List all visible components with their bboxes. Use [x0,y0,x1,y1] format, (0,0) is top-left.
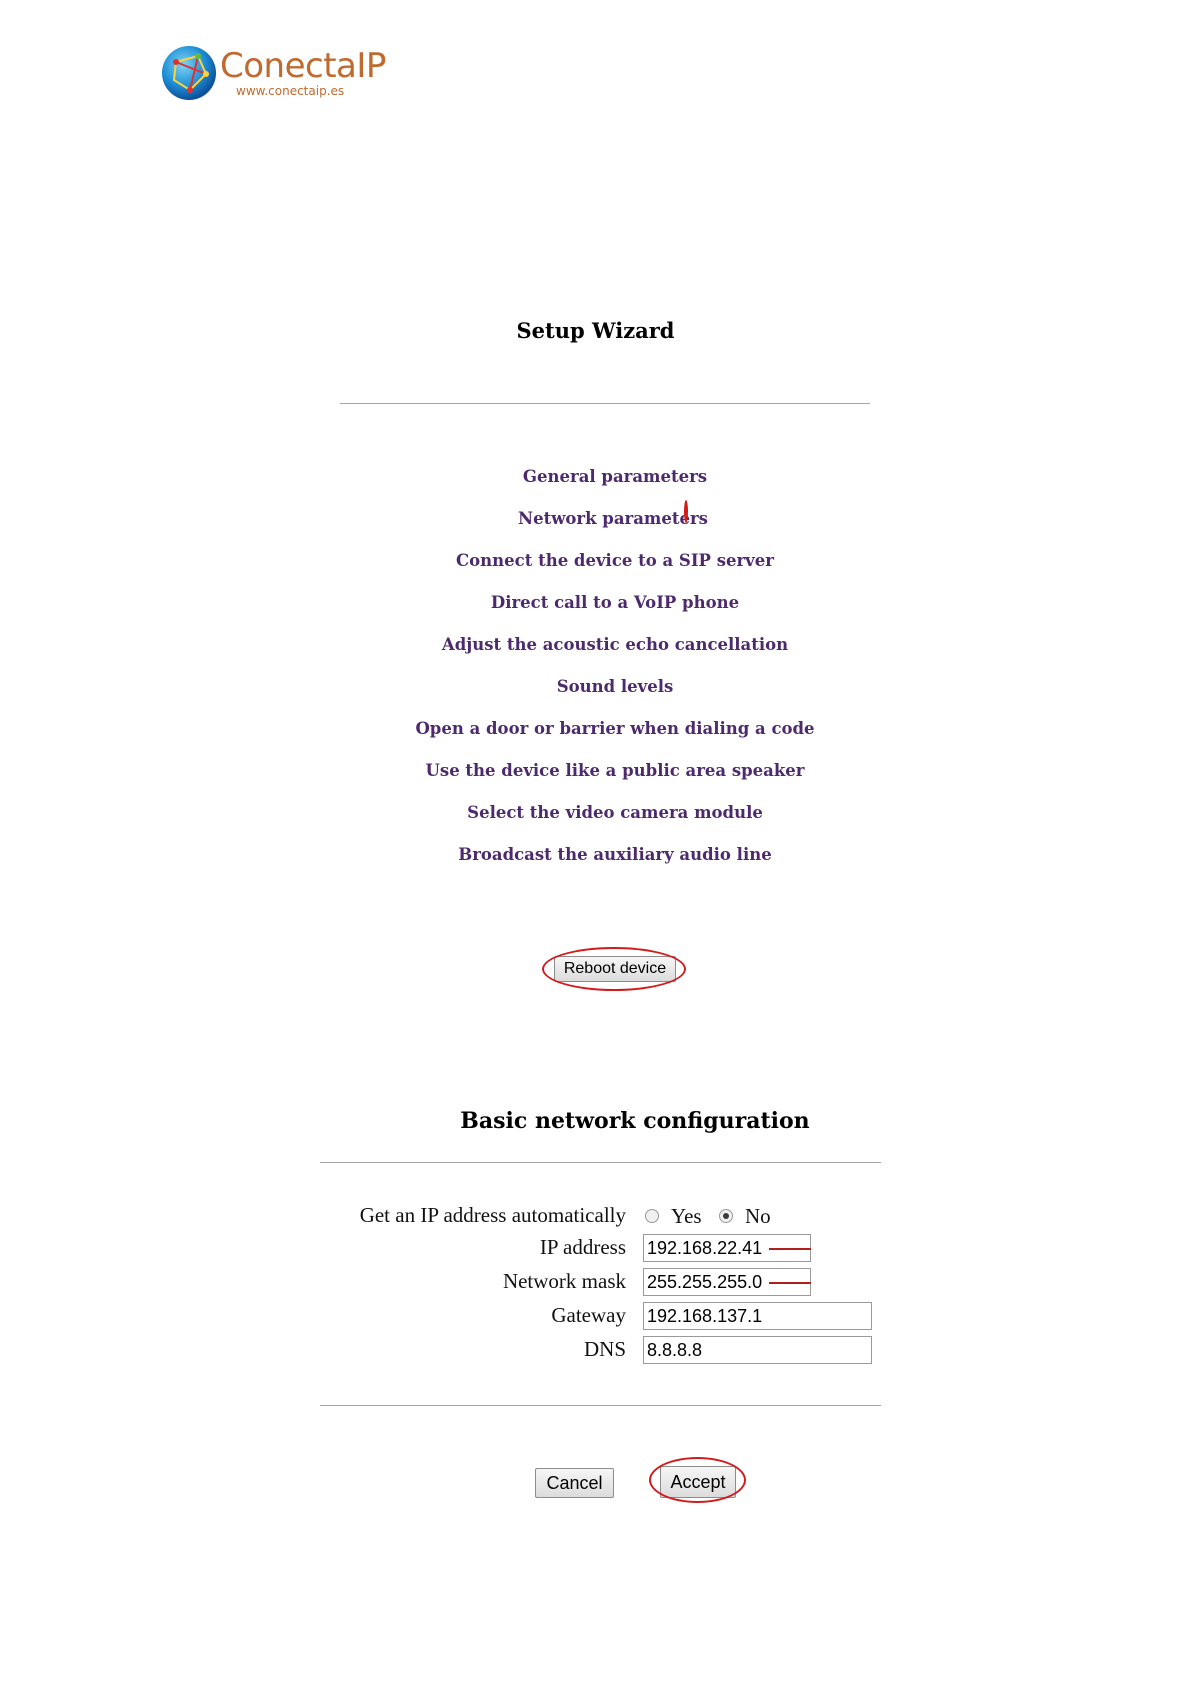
radio-yes-label: Yes [671,1204,702,1228]
link-open-door[interactable]: Open a door or barrier when dialing a co… [415,719,814,738]
gateway-field[interactable]: 192.168.137.1 [643,1302,872,1330]
menu-item-sip: Connect the device to a SIP server [0,544,1191,586]
link-echo-cancellation[interactable]: Adjust the acoustic echo cancellation [442,635,788,654]
dns-label: DNS [583,1337,626,1361]
reboot-area: Reboot device [542,947,686,991]
radio-yes[interactable] [645,1209,659,1223]
wizard-title: Setup Wizard [516,318,675,343]
ip-address-label: IP address [539,1235,626,1259]
logo-name: ConectaIP [220,46,386,86]
wizard-menu: General parameters Network parameters Co… [0,460,1191,880]
link-network-parameters-label: Network parameters [518,509,708,528]
menu-item-echo: Adjust the acoustic echo cancellation [0,628,1191,670]
menu-item-broadcast: Broadcast the auxiliary audio line [0,838,1191,880]
annotation-line [769,1248,811,1250]
radio-no-label: No [745,1204,771,1228]
menu-item-network: Network parameters [0,500,1191,544]
reboot-button[interactable]: Reboot device [554,956,676,982]
link-sip-server[interactable]: Connect the device to a SIP server [456,551,774,570]
logo: ConectaIP www.conectaip.es [160,44,386,106]
menu-item-voip: Direct call to a VoIP phone [0,586,1191,628]
divider [320,1162,881,1163]
link-broadcast-audio[interactable]: Broadcast the auxiliary audio line [458,845,771,864]
link-sound-levels[interactable]: Sound levels [557,677,674,696]
radio-no[interactable] [719,1209,733,1223]
logo-url: www.conectaip.es [236,84,345,98]
menu-item-camera: Select the video camera module [0,796,1191,838]
menu-item-door: Open a door or barrier when dialing a co… [0,712,1191,754]
auto-ip-label: Get an IP address automatically [359,1203,626,1227]
link-voip-phone[interactable]: Direct call to a VoIP phone [491,593,739,612]
divider [340,403,870,404]
link-network-parameters[interactable]: Network parameters [518,500,712,528]
network-title: Basic network configuration [460,1108,810,1134]
gateway-label: Gateway [551,1303,626,1327]
link-public-speaker[interactable]: Use the device like a public area speake… [426,761,805,780]
link-general-parameters[interactable]: General parameters [523,467,707,486]
menu-item-speaker: Use the device like a public area speake… [0,754,1191,796]
cancel-button[interactable]: Cancel [535,1468,614,1498]
annotation-line [769,1282,811,1284]
menu-item-general: General parameters [0,460,1191,502]
dns-field[interactable]: 8.8.8.8 [643,1336,872,1364]
link-video-camera[interactable]: Select the video camera module [467,803,763,822]
network-mask-label: Network mask [502,1269,626,1293]
globe-icon [162,46,216,100]
accept-button[interactable]: Accept [660,1466,736,1498]
menu-item-sound: Sound levels [0,670,1191,712]
divider [320,1405,881,1406]
